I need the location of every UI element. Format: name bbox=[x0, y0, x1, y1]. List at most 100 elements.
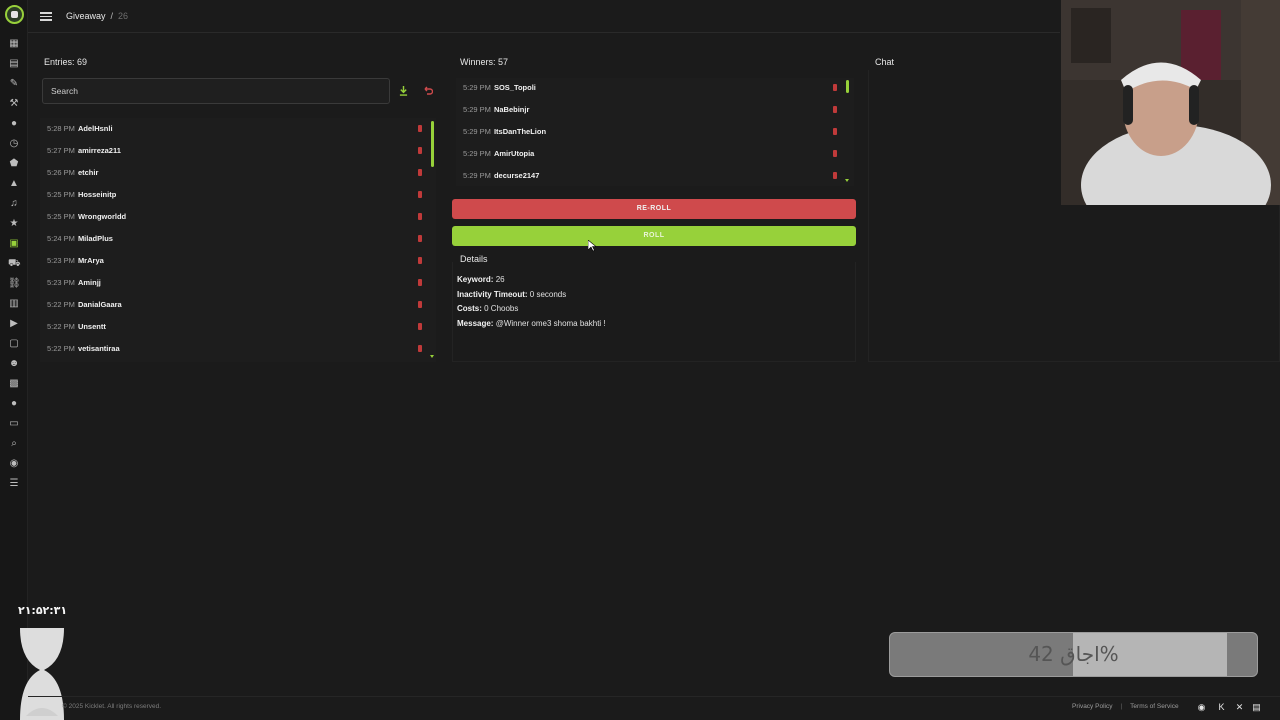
entry-time: 5:24 PM bbox=[47, 234, 75, 243]
breadcrumb-giveaway[interactable]: Giveaway bbox=[66, 11, 106, 21]
winner-row[interactable]: 5:29 PM ItsDanTheLion bbox=[463, 121, 843, 143]
comment-icon[interactable]: ● bbox=[8, 398, 20, 409]
docs-icon[interactable]: ▤ bbox=[1251, 702, 1262, 712]
inbox-icon[interactable]: ▢ bbox=[8, 338, 20, 349]
winner-row[interactable]: 5:29 PM SOS_Topoli bbox=[463, 77, 843, 99]
terms-of-service-link[interactable]: Terms of Service bbox=[1130, 703, 1178, 710]
chat-icon[interactable]: ● bbox=[8, 118, 20, 129]
winners-scroll-down-icon[interactable] bbox=[845, 179, 849, 182]
winner-row[interactable]: 5:29 PM decurse2147 bbox=[463, 165, 843, 187]
detail-message: Message: @Winner ome3 shoma bakhti ! bbox=[457, 319, 606, 328]
download-icon[interactable] bbox=[399, 86, 408, 96]
remove-entry-icon[interactable] bbox=[418, 191, 422, 198]
timeout-label: Inactivity Timeout: bbox=[457, 290, 528, 299]
entry-row[interactable]: 5:26 PM etchir bbox=[47, 162, 427, 184]
entry-time: 5:22 PM bbox=[47, 322, 75, 331]
music-icon[interactable]: ♫ bbox=[8, 198, 20, 209]
entry-row[interactable]: 5:22 PM DanialGaara bbox=[47, 294, 427, 316]
video-icon[interactable]: ▶ bbox=[8, 318, 20, 329]
remove-entry-icon[interactable] bbox=[418, 345, 422, 352]
entry-time: 5:22 PM bbox=[47, 300, 75, 309]
remove-winner-icon[interactable] bbox=[833, 128, 837, 135]
message-label: Message: bbox=[457, 319, 494, 328]
remove-entry-icon[interactable] bbox=[418, 147, 422, 154]
menu-toggle-icon[interactable] bbox=[40, 10, 52, 22]
remove-entry-icon[interactable] bbox=[418, 169, 422, 176]
winner-row[interactable]: 5:29 PM AmirUtopia bbox=[463, 143, 843, 165]
winners-title: Winners: 57 bbox=[460, 57, 509, 67]
winner-username: decurse2147 bbox=[493, 171, 540, 180]
clock-icon[interactable]: ◷ bbox=[8, 138, 20, 149]
entry-username: Hosseinitp bbox=[77, 190, 117, 199]
monitor-icon[interactable]: ▭ bbox=[8, 418, 20, 429]
x-icon[interactable]: ✕ bbox=[1234, 702, 1245, 712]
entry-row[interactable]: 5:23 PM MrArya bbox=[47, 250, 427, 272]
entries-scroll-down-icon[interactable] bbox=[430, 355, 434, 358]
gift-icon[interactable]: ▣ bbox=[8, 238, 20, 249]
remove-winner-icon[interactable] bbox=[833, 106, 837, 113]
entry-time: 5:23 PM bbox=[47, 278, 75, 287]
kick-icon[interactable]: K bbox=[1216, 702, 1227, 712]
document-icon[interactable]: ▤ bbox=[8, 58, 20, 69]
dashboard-icon[interactable]: ▦ bbox=[8, 38, 20, 49]
winners-scrollbar[interactable] bbox=[846, 80, 849, 93]
remove-entry-icon[interactable] bbox=[418, 301, 422, 308]
entry-row[interactable]: 5:22 PM Unsentt bbox=[47, 316, 427, 338]
remove-entry-icon[interactable] bbox=[418, 257, 422, 264]
shield-icon[interactable]: ⬟ bbox=[8, 158, 20, 169]
winner-username: ItsDanTheLion bbox=[493, 127, 547, 136]
breadcrumb-separator: / bbox=[110, 11, 114, 21]
remove-winner-icon[interactable] bbox=[833, 150, 837, 157]
overlay-clock: ۲۱:۵۲:۳۱ bbox=[18, 604, 68, 617]
remove-winner-icon[interactable] bbox=[833, 172, 837, 179]
triangle-icon[interactable]: ▲ bbox=[8, 178, 20, 189]
list-icon[interactable]: ☰ bbox=[8, 478, 20, 489]
remove-entry-icon[interactable] bbox=[418, 279, 422, 286]
link-icon[interactable]: ⛓ bbox=[8, 278, 21, 289]
remove-winner-icon[interactable] bbox=[833, 84, 837, 91]
reroll-button[interactable]: RE-ROLL bbox=[452, 199, 856, 219]
entries-scrollbar[interactable] bbox=[431, 121, 434, 167]
cart-icon[interactable]: ⛟ bbox=[8, 258, 21, 269]
entry-username: etchir bbox=[77, 168, 99, 177]
entry-row[interactable]: 5:27 PM amirreza211 bbox=[47, 140, 427, 162]
entry-time: 5:25 PM bbox=[47, 190, 75, 199]
search-input[interactable] bbox=[42, 78, 390, 104]
kicklet-logo[interactable] bbox=[5, 5, 24, 24]
entry-time: 5:26 PM bbox=[47, 168, 75, 177]
entry-time: 5:27 PM bbox=[47, 146, 75, 155]
entry-row[interactable]: 5:22 PM vetisantiraa bbox=[47, 338, 427, 360]
header-divider bbox=[28, 32, 1060, 33]
roll-button[interactable]: ROLL bbox=[452, 226, 856, 246]
smile-icon[interactable]: ☻ bbox=[8, 358, 20, 369]
winner-time: 5:29 PM bbox=[463, 83, 491, 92]
winner-row[interactable]: 5:29 PM NaBebinjr bbox=[463, 99, 843, 121]
costs-value: 0 Choobs bbox=[484, 304, 519, 313]
entry-row[interactable]: 5:23 PM Aminjj bbox=[47, 272, 427, 294]
remove-entry-icon[interactable] bbox=[418, 235, 422, 242]
search-icon[interactable]: ⌕ bbox=[8, 438, 20, 449]
entry-row[interactable]: 5:24 PM MiladPlus bbox=[47, 228, 427, 250]
entry-time: 5:22 PM bbox=[47, 344, 75, 353]
keyword-label: Keyword: bbox=[457, 275, 494, 284]
privacy-policy-link[interactable]: Privacy Policy bbox=[1072, 703, 1112, 710]
remove-entry-icon[interactable] bbox=[418, 323, 422, 330]
pen-icon[interactable]: ✎ bbox=[8, 78, 20, 89]
remove-entry-icon[interactable] bbox=[418, 125, 422, 132]
entry-username: AdelHsnli bbox=[77, 124, 113, 133]
film-icon[interactable]: ▩ bbox=[8, 378, 20, 389]
star-icon[interactable]: ★ bbox=[8, 218, 20, 229]
hammer-icon[interactable]: ⚒ bbox=[8, 98, 20, 109]
detail-keyword: Keyword: 26 bbox=[457, 275, 505, 284]
discord-icon[interactable]: ◉ bbox=[1196, 702, 1207, 712]
discord-icon[interactable]: ◉ bbox=[8, 458, 20, 469]
entry-row[interactable]: 5:25 PM Hosseinitp bbox=[47, 184, 427, 206]
undo-icon[interactable] bbox=[423, 86, 433, 96]
entry-row[interactable]: 5:28 PM AdelHsnli bbox=[47, 118, 427, 140]
breadcrumb-current: 26 bbox=[118, 11, 129, 21]
copyright-text: © 2025 Kicklet. All rights reserved. bbox=[62, 703, 162, 710]
remove-entry-icon[interactable] bbox=[418, 213, 422, 220]
entry-row[interactable]: 5:25 PM Wrongworldd bbox=[47, 206, 427, 228]
chart-icon[interactable]: ▥ bbox=[8, 298, 20, 309]
entry-time: 5:23 PM bbox=[47, 256, 75, 265]
